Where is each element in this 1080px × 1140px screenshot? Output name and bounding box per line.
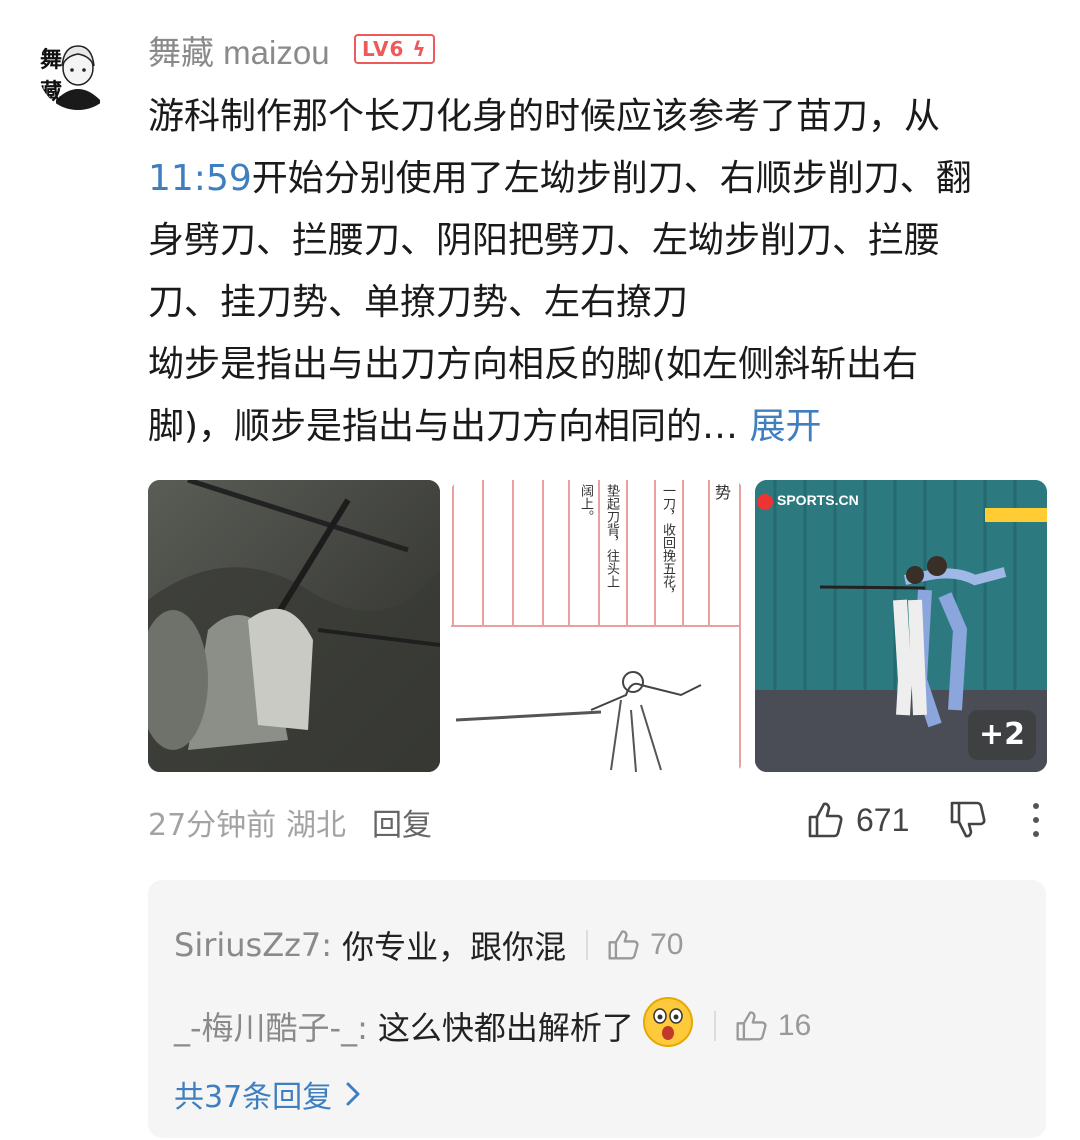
comment-text-line: 身劈刀、拦腰刀、阴阳把劈刀、左坳步削刀、拦腰: [148, 220, 941, 261]
comment-time: 27分钟前: [148, 808, 277, 843]
replies-panel: SiriusZz7: 你专业，跟你混 70 _-梅川酷子-_: 这么快都出解析了: [148, 880, 1046, 1138]
video-watermark: SPORTS.CN: [777, 492, 859, 508]
like-count: 671: [856, 801, 910, 838]
comment-text-line: 游科制作那个长刀化身的时候应该参考了苗刀，从: [148, 96, 941, 137]
more-images-badge[interactable]: +2: [968, 710, 1036, 760]
reply-username[interactable]: SiriusZz7:: [174, 926, 332, 964]
level-badge: LV6 ϟ: [354, 34, 435, 64]
reply-item[interactable]: SiriusZz7: 你专业，跟你混 70: [174, 922, 683, 968]
reply-text: 这么快都出解析了: [377, 1009, 634, 1047]
reply-like-button[interactable]: 16: [734, 1009, 811, 1043]
comment-location: 湖北: [286, 808, 346, 843]
like-button[interactable]: 671: [806, 800, 909, 840]
manual-text-column: 势: [712, 484, 731, 500]
comment-text-line: 11:59开始分别使用了左坳步削刀、右顺步削刀、翻: [148, 158, 972, 199]
thumbs-up-icon: [736, 1011, 767, 1041]
avatar-logo-text: 舞 藏: [40, 48, 91, 105]
divider: [713, 1011, 716, 1041]
more-options-button[interactable]: [1030, 802, 1042, 842]
video-timestamp-link[interactable]: 11:59: [148, 158, 252, 199]
image-thumbnail-video[interactable]: SPORTS.CN +2: [755, 480, 1047, 772]
manual-text-column: 垫起刀背，往头上: [604, 484, 619, 588]
expand-link[interactable]: 展开: [750, 406, 822, 447]
view-all-replies-link[interactable]: 共37条回复: [174, 1072, 360, 1116]
comment-body: 游科制作那个长刀化身的时候应该参考了苗刀，从 11:59开始分别使用了左坳步削刀…: [148, 86, 1028, 458]
thumbs-up-icon: [808, 802, 843, 838]
username[interactable]: 舞藏 maizou: [148, 26, 330, 74]
manual-text-column: 阔上。: [578, 484, 593, 523]
reply-username[interactable]: _-梅川酷子-_:: [174, 1003, 368, 1049]
thumbs-up-icon: [608, 930, 639, 960]
reply-like-button[interactable]: 70: [606, 928, 683, 962]
comment-text-line: 刀、挂刀势、单撩刀势、左右撩刀: [148, 282, 689, 323]
image-thumbnail-manual[interactable]: 一刀，收回挽五花， 垫起刀背，往头上 阔上。 势: [451, 480, 743, 772]
thumbs-down-icon: [950, 801, 986, 838]
comment-text-line: 坳步是指出与出刀方向相反的脚(如左侧斜斩出右: [148, 344, 919, 385]
lightning-icon: ϟ: [404, 37, 427, 61]
avatar[interactable]: 舞 藏: [38, 30, 118, 110]
manual-text-column: 一刀，收回挽五花，: [660, 484, 675, 601]
reply-button[interactable]: 回复: [372, 800, 432, 844]
reply-text: 你专业，跟你混: [342, 928, 567, 966]
divider: [586, 930, 589, 960]
reply-item[interactable]: _-梅川酷子-_: 这么快都出解析了 16: [174, 996, 811, 1056]
dislike-button[interactable]: [948, 800, 990, 844]
shocked-emoji-icon: [642, 996, 694, 1056]
more-vertical-icon: [1033, 803, 1039, 837]
chevron-right-icon: [346, 1082, 360, 1106]
comment-text-line: 脚)，顺步是指出与出刀方向相同的… 展开: [148, 406, 822, 447]
image-thumbnail-game[interactable]: [148, 480, 440, 772]
